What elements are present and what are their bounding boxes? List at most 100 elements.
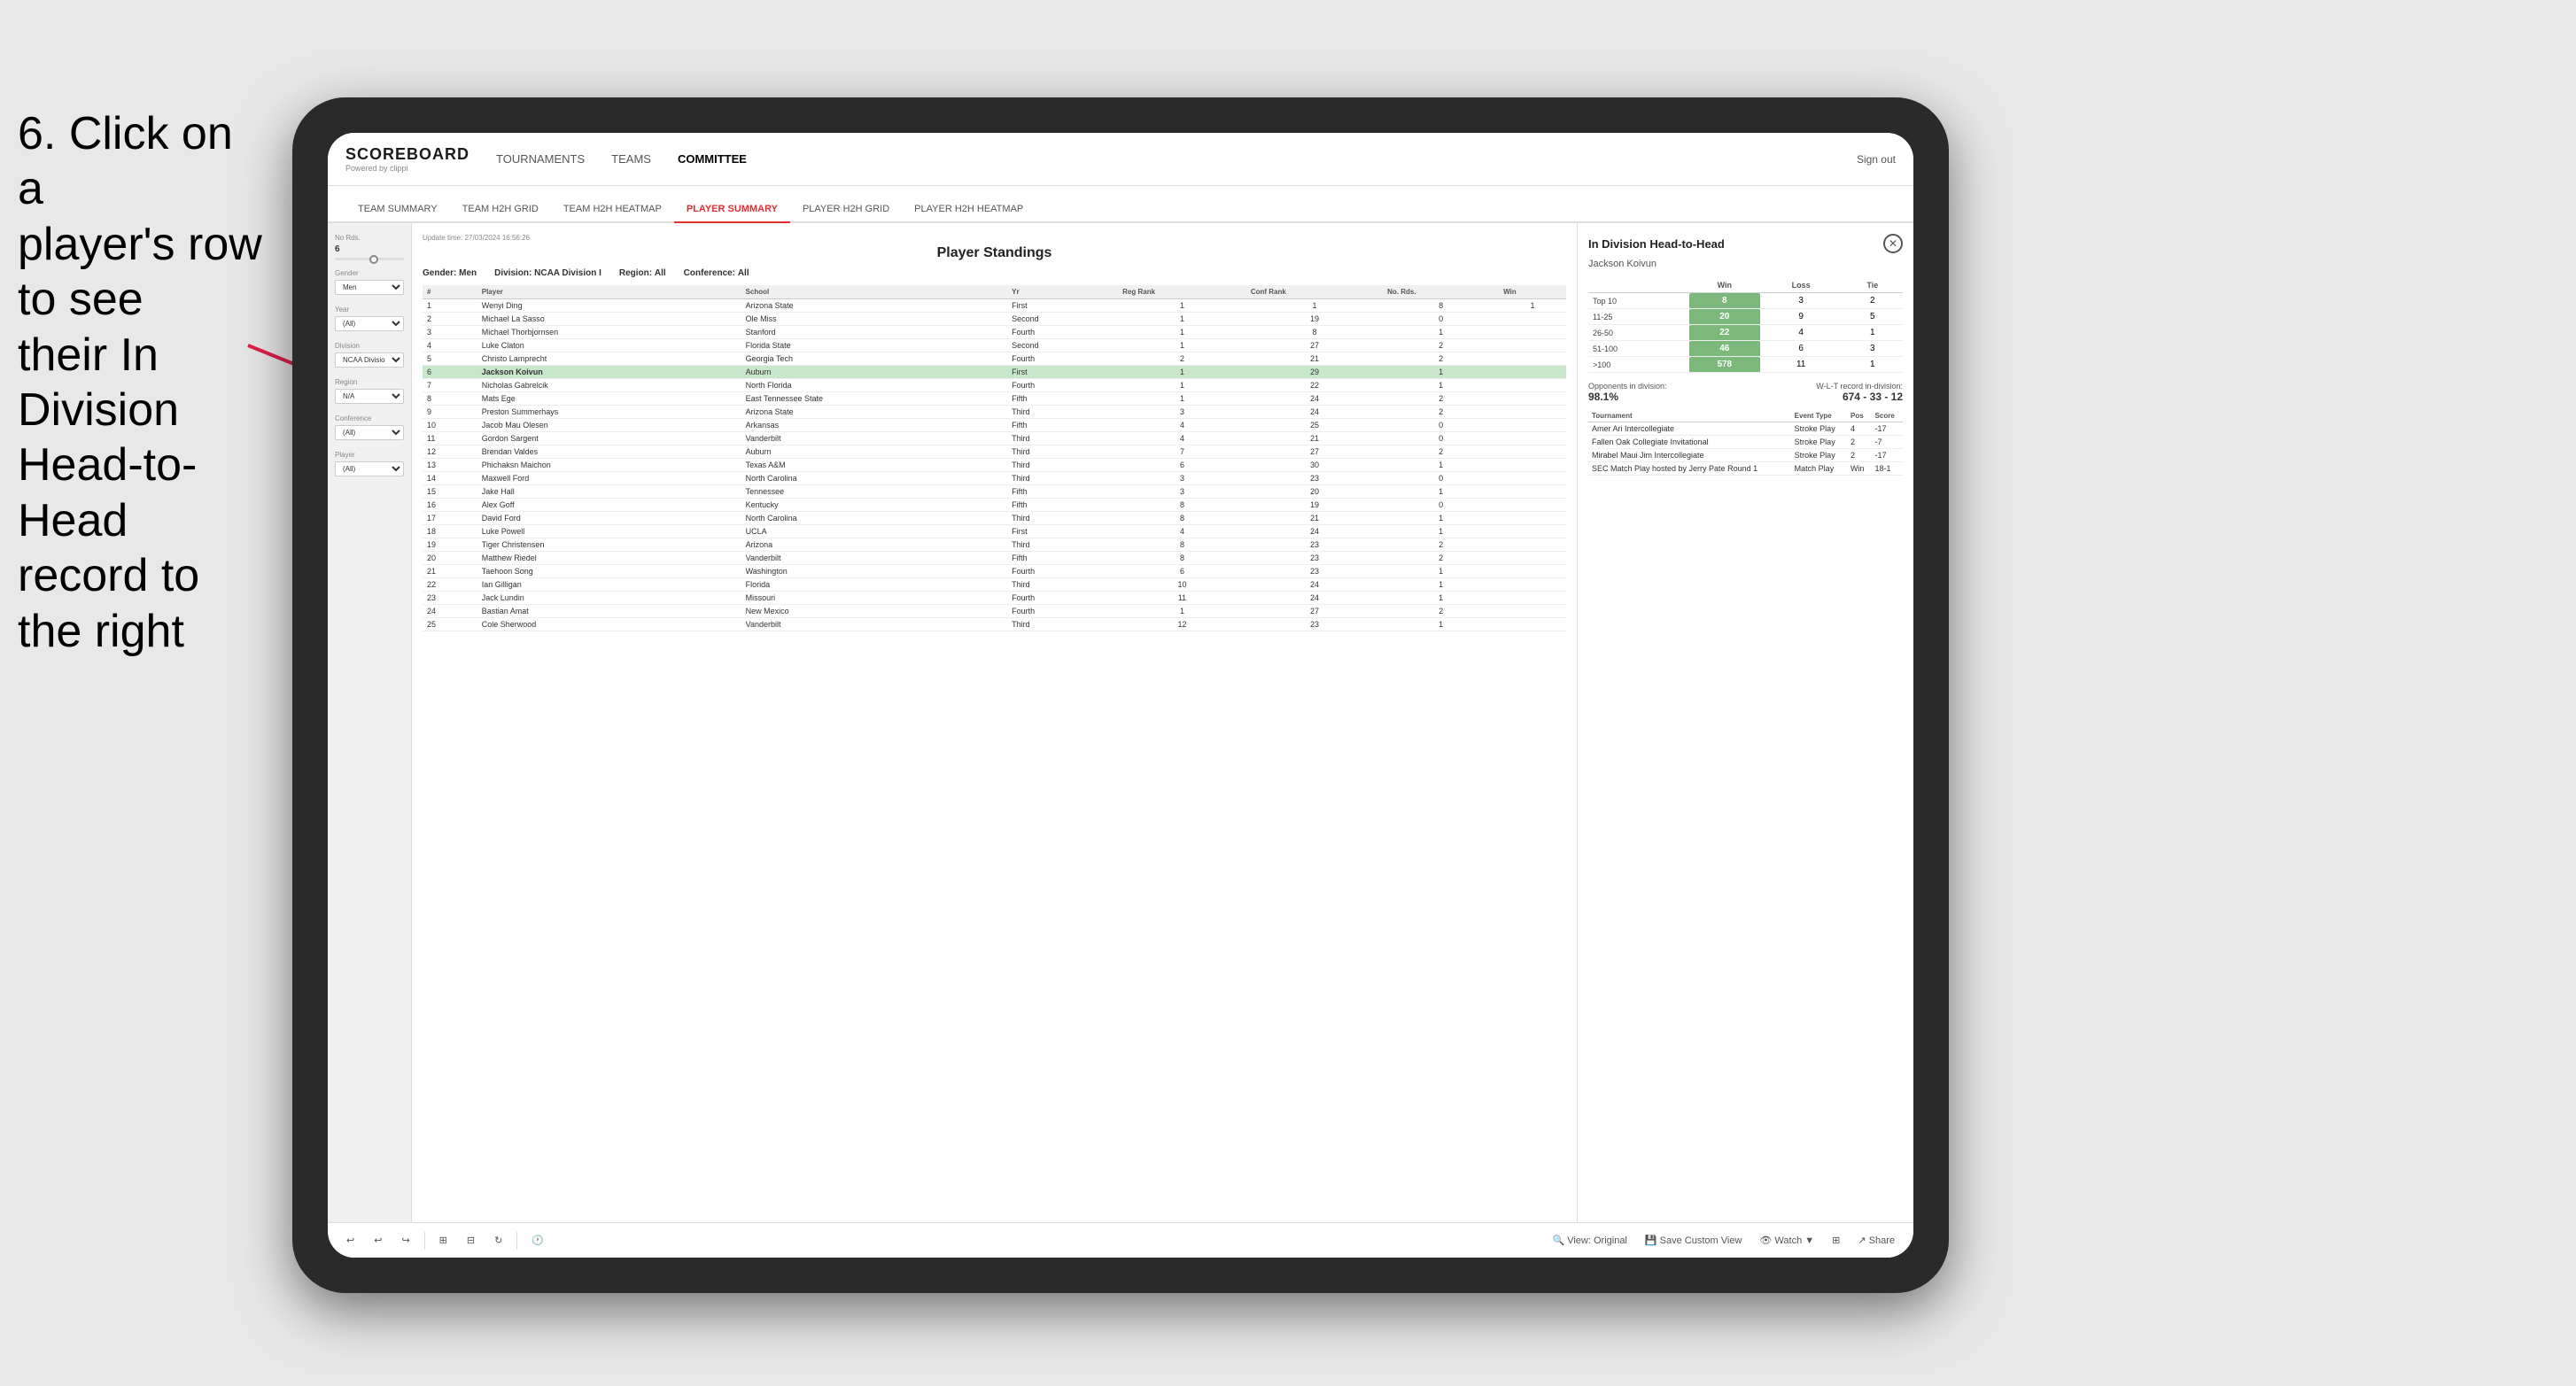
cell-num: 22 — [423, 578, 477, 592]
cell-school: Auburn — [741, 366, 1008, 379]
share-button[interactable]: ↗ Share — [1852, 1232, 1900, 1249]
tab-player-summary[interactable]: PLAYER SUMMARY — [674, 197, 790, 223]
table-row[interactable]: 9 Preston Summerhays Arizona State Third… — [423, 406, 1566, 419]
cell-reg: 11 — [1118, 592, 1246, 605]
cell-reg: 1 — [1118, 339, 1246, 352]
cell-yr: Fourth — [1007, 605, 1118, 618]
table-row[interactable]: 12 Brendan Valdes Auburn Third 7 27 2 — [423, 445, 1566, 459]
table-row[interactable]: 5 Christo Lamprecht Georgia Tech Fourth … — [423, 352, 1566, 366]
undo-button[interactable]: ↩ — [341, 1232, 360, 1249]
table-row[interactable]: 20 Matthew Riedel Vanderbilt Fifth 8 23 … — [423, 552, 1566, 565]
cell-win — [1499, 313, 1566, 326]
toolbar-btn-1[interactable]: ⊞ — [434, 1232, 453, 1249]
division-select[interactable]: NCAA Division I — [335, 352, 404, 368]
gender-select[interactable]: Men — [335, 280, 404, 295]
save-custom-button[interactable]: 💾 Save Custom View — [1640, 1232, 1748, 1249]
nav-teams[interactable]: TEAMS — [611, 148, 651, 170]
table-row[interactable]: 22 Ian Gilligan Florida Third 10 24 1 — [423, 578, 1566, 592]
undo2-button[interactable]: ↩ — [369, 1232, 387, 1249]
cell-school: East Tennessee State — [741, 392, 1008, 406]
table-row[interactable]: 21 Taehoon Song Washington Fourth 6 23 1 — [423, 565, 1566, 578]
no-rds-slider[interactable] — [335, 258, 404, 260]
tab-team-summary[interactable]: TEAM SUMMARY — [345, 197, 450, 221]
table-row[interactable]: 10 Jacob Mau Olesen Arkansas Fifth 4 25 … — [423, 419, 1566, 432]
table-row[interactable]: 18 Luke Powell UCLA First 4 24 1 — [423, 525, 1566, 538]
table-row[interactable]: 16 Alex Goff Kentucky Fifth 8 19 0 — [423, 499, 1566, 512]
table-row[interactable]: 2 Michael La Sasso Ole Miss Second 1 19 … — [423, 313, 1566, 326]
region-select[interactable]: N/A — [335, 389, 404, 404]
conference-filter: Conference (All) — [335, 414, 404, 440]
h2h-row: 11-25 20 9 5 — [1588, 309, 1903, 325]
conference-select[interactable]: (All) — [335, 425, 404, 440]
cell-rds: 0 — [1383, 499, 1499, 512]
toolbar-btn-3[interactable]: ↻ — [489, 1232, 508, 1249]
tab-player-h2h-grid[interactable]: PLAYER H2H GRID — [790, 197, 902, 221]
table-row[interactable]: 11 Gordon Sargent Vanderbilt Third 4 21 … — [423, 432, 1566, 445]
cell-yr: Fifth — [1007, 392, 1118, 406]
table-row[interactable]: 15 Jake Hall Tennessee Fifth 3 20 1 — [423, 485, 1566, 499]
cell-yr: Third — [1007, 472, 1118, 485]
table-row[interactable]: 13 Phichaksn Maichon Texas A&M Third 6 3… — [423, 459, 1566, 472]
nav-tournaments[interactable]: TOURNAMENTS — [496, 148, 585, 170]
cell-school: North Florida — [741, 379, 1008, 392]
table-row[interactable]: 1 Wenyi Ding Arizona State First 1 1 8 1 — [423, 299, 1566, 313]
redo-button[interactable]: ↪ — [396, 1232, 415, 1249]
cell-rds: 2 — [1383, 445, 1499, 459]
top-nav: SCOREBOARD Powered by clippi TOURNAMENTS… — [328, 133, 1913, 186]
cell-player: Cole Sherwood — [477, 618, 741, 631]
table-filters-row: Gender: Men Division: NCAA Division I Re… — [423, 268, 1566, 278]
table-row[interactable]: 3 Michael Thorbjornsen Stanford Fourth 1… — [423, 326, 1566, 339]
year-label: Year — [335, 306, 404, 314]
watch-button[interactable]: 👁 Watch ▼ — [1754, 1232, 1819, 1249]
toolbar-sep-2 — [516, 1232, 517, 1250]
cell-num: 2 — [423, 313, 477, 326]
cell-school: Auburn — [741, 445, 1008, 459]
player-select[interactable]: (All) — [335, 461, 404, 476]
table-row[interactable]: 7 Nicholas Gabrelcik North Florida Fourt… — [423, 379, 1566, 392]
table-row[interactable]: 25 Cole Sherwood Vanderbilt Third 12 23 … — [423, 618, 1566, 631]
toolbar-btn-2[interactable]: ⊟ — [462, 1232, 480, 1249]
cell-conf: 23 — [1246, 472, 1383, 485]
slider-thumb[interactable] — [369, 255, 378, 264]
opponents-stat: Opponents in division: 98.1% — [1588, 382, 1667, 403]
table-row[interactable]: 23 Jack Lundin Missouri Fourth 11 24 1 — [423, 592, 1566, 605]
cell-reg: 12 — [1118, 618, 1246, 631]
cell-win — [1499, 578, 1566, 592]
cell-reg: 6 — [1118, 459, 1246, 472]
cell-reg: 1 — [1118, 299, 1246, 313]
cell-rds: 1 — [1383, 366, 1499, 379]
sign-out-button[interactable]: Sign out — [1857, 153, 1896, 166]
view-original-button[interactable]: 🔍 View: Original — [1547, 1232, 1632, 1249]
cell-num: 21 — [423, 565, 477, 578]
h2h-tie-cell: 5 — [1843, 309, 1903, 325]
table-row[interactable]: 6 Jackson Koivun Auburn First 1 29 1 — [423, 366, 1566, 379]
table-row[interactable]: 14 Maxwell Ford North Carolina Third 3 2… — [423, 472, 1566, 485]
cell-rds: 2 — [1383, 605, 1499, 618]
cell-num: 18 — [423, 525, 477, 538]
cell-player: Preston Summerhays — [477, 406, 741, 419]
cell-player: Bastian Amat — [477, 605, 741, 618]
tourn-type: Match Play — [1791, 462, 1847, 476]
cell-player: Phichaksn Maichon — [477, 459, 741, 472]
table-row[interactable]: 8 Mats Ege East Tennessee State Fifth 1 … — [423, 392, 1566, 406]
table-row[interactable]: 19 Tiger Christensen Arizona Third 8 23 … — [423, 538, 1566, 552]
tab-team-h2h-heatmap[interactable]: TEAM H2H HEATMAP — [551, 197, 674, 221]
cell-win — [1499, 419, 1566, 432]
table-row[interactable]: 4 Luke Claton Florida State Second 1 27 … — [423, 339, 1566, 352]
table-row[interactable]: 17 David Ford North Carolina Third 8 21 … — [423, 512, 1566, 525]
table-row[interactable]: 24 Bastian Amat New Mexico Fourth 1 27 2 — [423, 605, 1566, 618]
tab-team-h2h-grid[interactable]: TEAM H2H GRID — [450, 197, 551, 221]
layout-button[interactable]: ⊞ — [1827, 1232, 1845, 1249]
year-select[interactable]: (All) — [335, 316, 404, 331]
toolbar-clock[interactable]: 🕐 — [526, 1232, 549, 1249]
cell-player: Gordon Sargent — [477, 432, 741, 445]
cell-yr: Second — [1007, 339, 1118, 352]
col-reg-rank: Reg Rank — [1118, 285, 1246, 299]
cell-yr: Third — [1007, 459, 1118, 472]
cell-num: 3 — [423, 326, 477, 339]
nav-committee[interactable]: COMMITTEE — [678, 148, 747, 170]
tab-player-h2h-heatmap[interactable]: PLAYER H2H HEATMAP — [902, 197, 1036, 221]
cell-win — [1499, 552, 1566, 565]
close-h2h-button[interactable]: ✕ — [1883, 234, 1903, 253]
cell-rds: 1 — [1383, 618, 1499, 631]
